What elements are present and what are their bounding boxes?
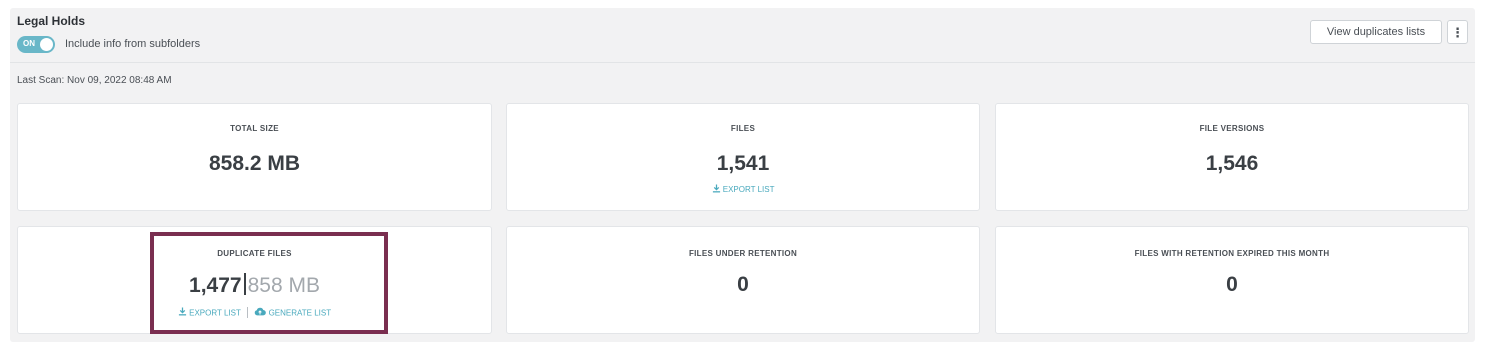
panel-title: Legal Holds xyxy=(17,14,86,28)
total-size-card: TOTAL SIZE 858.2 MB xyxy=(17,103,492,211)
files-under-retention-card: FILES UNDER RETENTION 0 xyxy=(506,226,980,334)
card-value: 0 xyxy=(1226,273,1238,296)
duplicate-files-highlight-box xyxy=(150,232,388,334)
export-list-link[interactable]: EXPORT LIST xyxy=(507,184,979,195)
card-label: TOTAL SIZE xyxy=(230,124,279,133)
card-label: FILE VERSIONS xyxy=(1199,124,1265,133)
card-value: 1,541 xyxy=(716,152,770,175)
subfolder-toggle-row: ON Include info from subfolders xyxy=(17,35,200,53)
include-subfolders-toggle[interactable]: ON xyxy=(17,35,55,53)
more-vertical-icon[interactable]: ⋮ xyxy=(1447,20,1468,44)
view-duplicates-lists-button[interactable]: View duplicates lists xyxy=(1310,20,1442,44)
download-icon xyxy=(712,184,723,195)
retention-expired-card: FILES WITH RETENTION EXPIRED THIS MONTH … xyxy=(995,226,1469,334)
card-label: FILES WITH RETENTION EXPIRED THIS MONTH xyxy=(1134,249,1330,258)
card-value: 858.2 MB xyxy=(208,152,301,175)
export-list-label: EXPORT LIST xyxy=(722,185,775,194)
files-card: FILES 1,541 EXPORT LIST xyxy=(506,103,980,211)
header-divider xyxy=(10,62,1475,63)
toggle-knob xyxy=(40,37,53,51)
last-scan-text: Last Scan: Nov 09, 2022 08:48 AM xyxy=(17,75,172,86)
card-value: 0 xyxy=(737,273,749,296)
card-value: 1,546 xyxy=(1205,152,1259,175)
file-versions-card: FILE VERSIONS 1,546 xyxy=(995,103,1469,211)
legal-holds-panel: Legal Holds ON Include info from subfold… xyxy=(10,8,1475,342)
card-label: FILES UNDER RETENTION xyxy=(688,249,798,258)
toggle-state-text: ON xyxy=(23,38,35,48)
toggle-label: Include info from subfolders xyxy=(65,38,201,50)
card-label: FILES xyxy=(730,124,756,133)
